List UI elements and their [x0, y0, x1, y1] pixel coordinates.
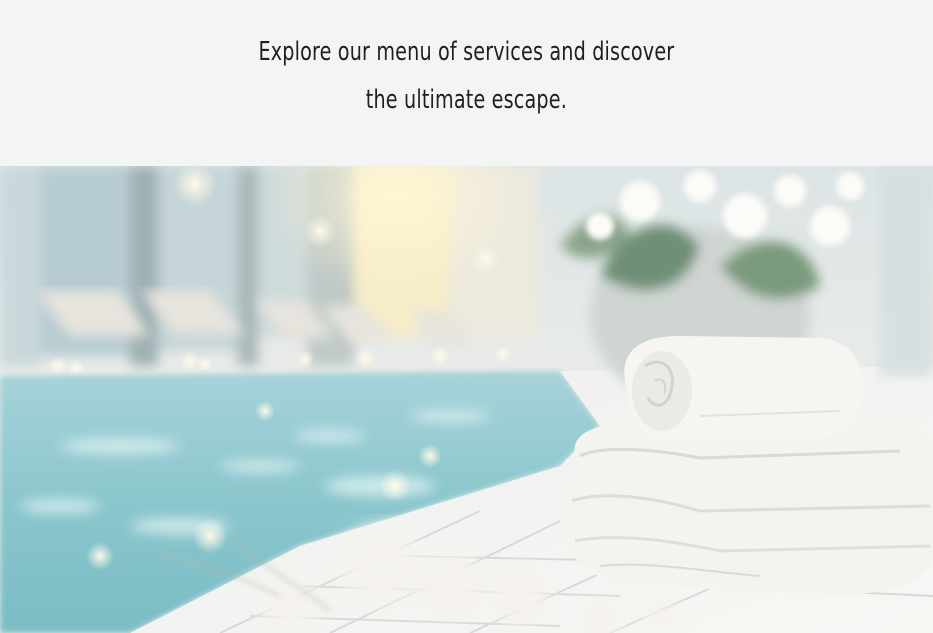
spa-photo-illustration — [0, 166, 933, 633]
intro-line-1: Explore our menu of services and discove… — [258, 37, 675, 67]
intro-line-2: the ultimate escape. — [365, 85, 568, 115]
intro-heading: Explore our menu of services and discove… — [84, 28, 849, 124]
hero-image-spa-pool-towels — [0, 166, 933, 633]
intro-section: Explore our menu of services and discove… — [0, 0, 933, 166]
